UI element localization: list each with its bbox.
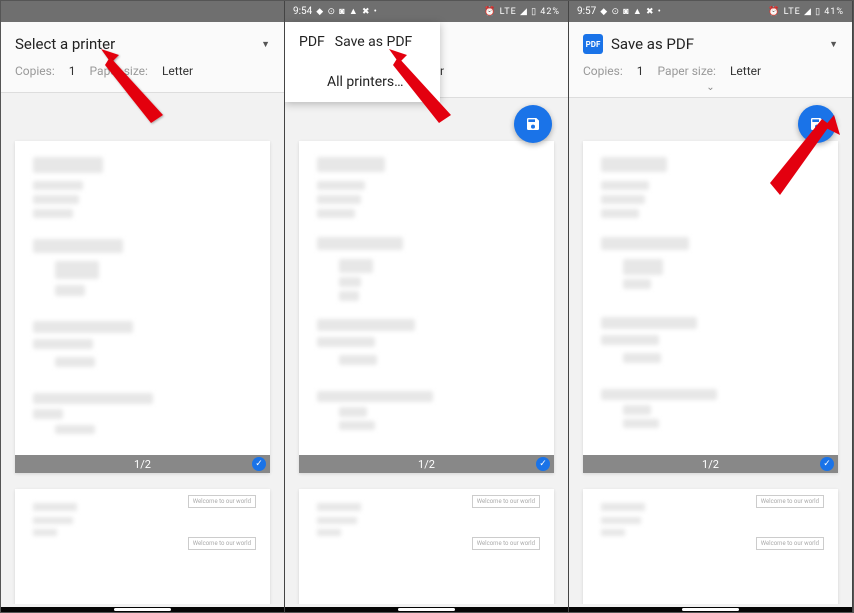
preview-page-2[interactable]: Welcome to our world Welcome to our worl… xyxy=(15,489,270,604)
chevron-down-icon: ▼ xyxy=(829,39,838,50)
mini-box: Welcome to our world xyxy=(756,537,824,550)
printer-label: Save as PDF xyxy=(611,35,821,53)
page-counter-bar: 1/2 ✓ xyxy=(15,455,270,473)
check-icon[interactable]: ✓ xyxy=(820,457,834,471)
screen-1: Select a printer ▼ Copies: 1 Paper size:… xyxy=(1,1,285,612)
screen-2: 9:54 ◆ ⊙ ◙ ▲ ✖ • ⏰ LTE ◢ ▯ 42% Letter ⌄ … xyxy=(285,1,569,612)
annotation-arrow xyxy=(756,111,846,211)
status-bar: 9:57 ◆ ⊙ ◙ ▲ ✖ • ⏰ LTE ◢ ▯ 41% xyxy=(569,1,852,22)
print-header: PDF Save as PDF ▼ Copies: 1 Paper size: … xyxy=(569,22,852,98)
annotation-arrow xyxy=(385,45,475,135)
status-icons-right: ⏰ LTE ◢ ▯ 41% xyxy=(768,7,844,17)
page-counter: 1/2 xyxy=(134,458,151,471)
status-time: 9:54 xyxy=(293,6,312,17)
status-icons-right: ⏰ LTE ◢ ▯ 42% xyxy=(484,7,560,17)
status-time: 9:57 xyxy=(577,6,596,17)
copies-value[interactable]: 1 xyxy=(65,64,80,78)
copies-label: Copies: xyxy=(15,64,55,78)
check-icon[interactable]: ✓ xyxy=(252,457,266,471)
page-counter-bar: 1/2 ✓ xyxy=(299,455,554,473)
page-counter-bar: 1/2 ✓ xyxy=(583,455,838,473)
chevron-down-icon: ▼ xyxy=(261,39,270,50)
mini-box: Welcome to our world xyxy=(472,495,540,508)
papersize-label: Paper size: xyxy=(658,64,716,78)
save-pdf-button[interactable] xyxy=(514,105,552,143)
page-counter: 1/2 xyxy=(418,458,435,471)
status-bar: 9:54 ◆ ⊙ ◙ ▲ ✖ • ⏰ LTE ◢ ▯ 42% xyxy=(285,1,568,22)
mini-box: Welcome to our world xyxy=(756,495,824,508)
mini-box: Welcome to our world xyxy=(188,495,256,508)
preview-area[interactable]: 1/2 ✓ Welcome to our world Welcome to ou… xyxy=(1,125,284,604)
copies-value[interactable]: 1 xyxy=(633,64,648,78)
preview-page-2[interactable]: Welcome to our world Welcome to our worl… xyxy=(583,489,838,604)
preview-area[interactable]: 1/2 ✓ Welcome to our world Welcome to ou… xyxy=(285,125,568,604)
page-counter: 1/2 xyxy=(702,458,719,471)
save-icon xyxy=(525,116,541,132)
preview-page-1[interactable]: 1/2 ✓ xyxy=(299,141,554,473)
mini-box: Welcome to our world xyxy=(472,537,540,550)
annotation-arrow xyxy=(97,45,187,135)
expand-caret-icon[interactable]: ⌄ xyxy=(569,82,852,93)
copies-label: Copies: xyxy=(583,64,623,78)
annotation-arrow xyxy=(285,45,375,135)
status-bar xyxy=(1,1,284,22)
printer-selector[interactable]: PDF Save as PDF ▼ xyxy=(569,22,852,62)
check-icon[interactable]: ✓ xyxy=(536,457,550,471)
nav-bar[interactable] xyxy=(1,607,284,612)
screen-3: 9:57 ◆ ⊙ ◙ ▲ ✖ • ⏰ LTE ◢ ▯ 41% PDF Save … xyxy=(569,1,853,612)
mini-box: Welcome to our world xyxy=(188,537,256,550)
status-icons-left: ◆ ⊙ ◙ ▲ ✖ • xyxy=(316,6,378,17)
status-icons-left: ◆ ⊙ ◙ ▲ ✖ • xyxy=(600,6,662,17)
pdf-icon: PDF xyxy=(583,34,603,54)
nav-bar[interactable] xyxy=(285,607,568,612)
preview-page-1[interactable]: 1/2 ✓ xyxy=(15,141,270,473)
preview-page-2[interactable]: Welcome to our world Welcome to our worl… xyxy=(299,489,554,604)
nav-bar[interactable] xyxy=(569,607,852,612)
papersize-value[interactable]: Letter xyxy=(726,64,765,78)
